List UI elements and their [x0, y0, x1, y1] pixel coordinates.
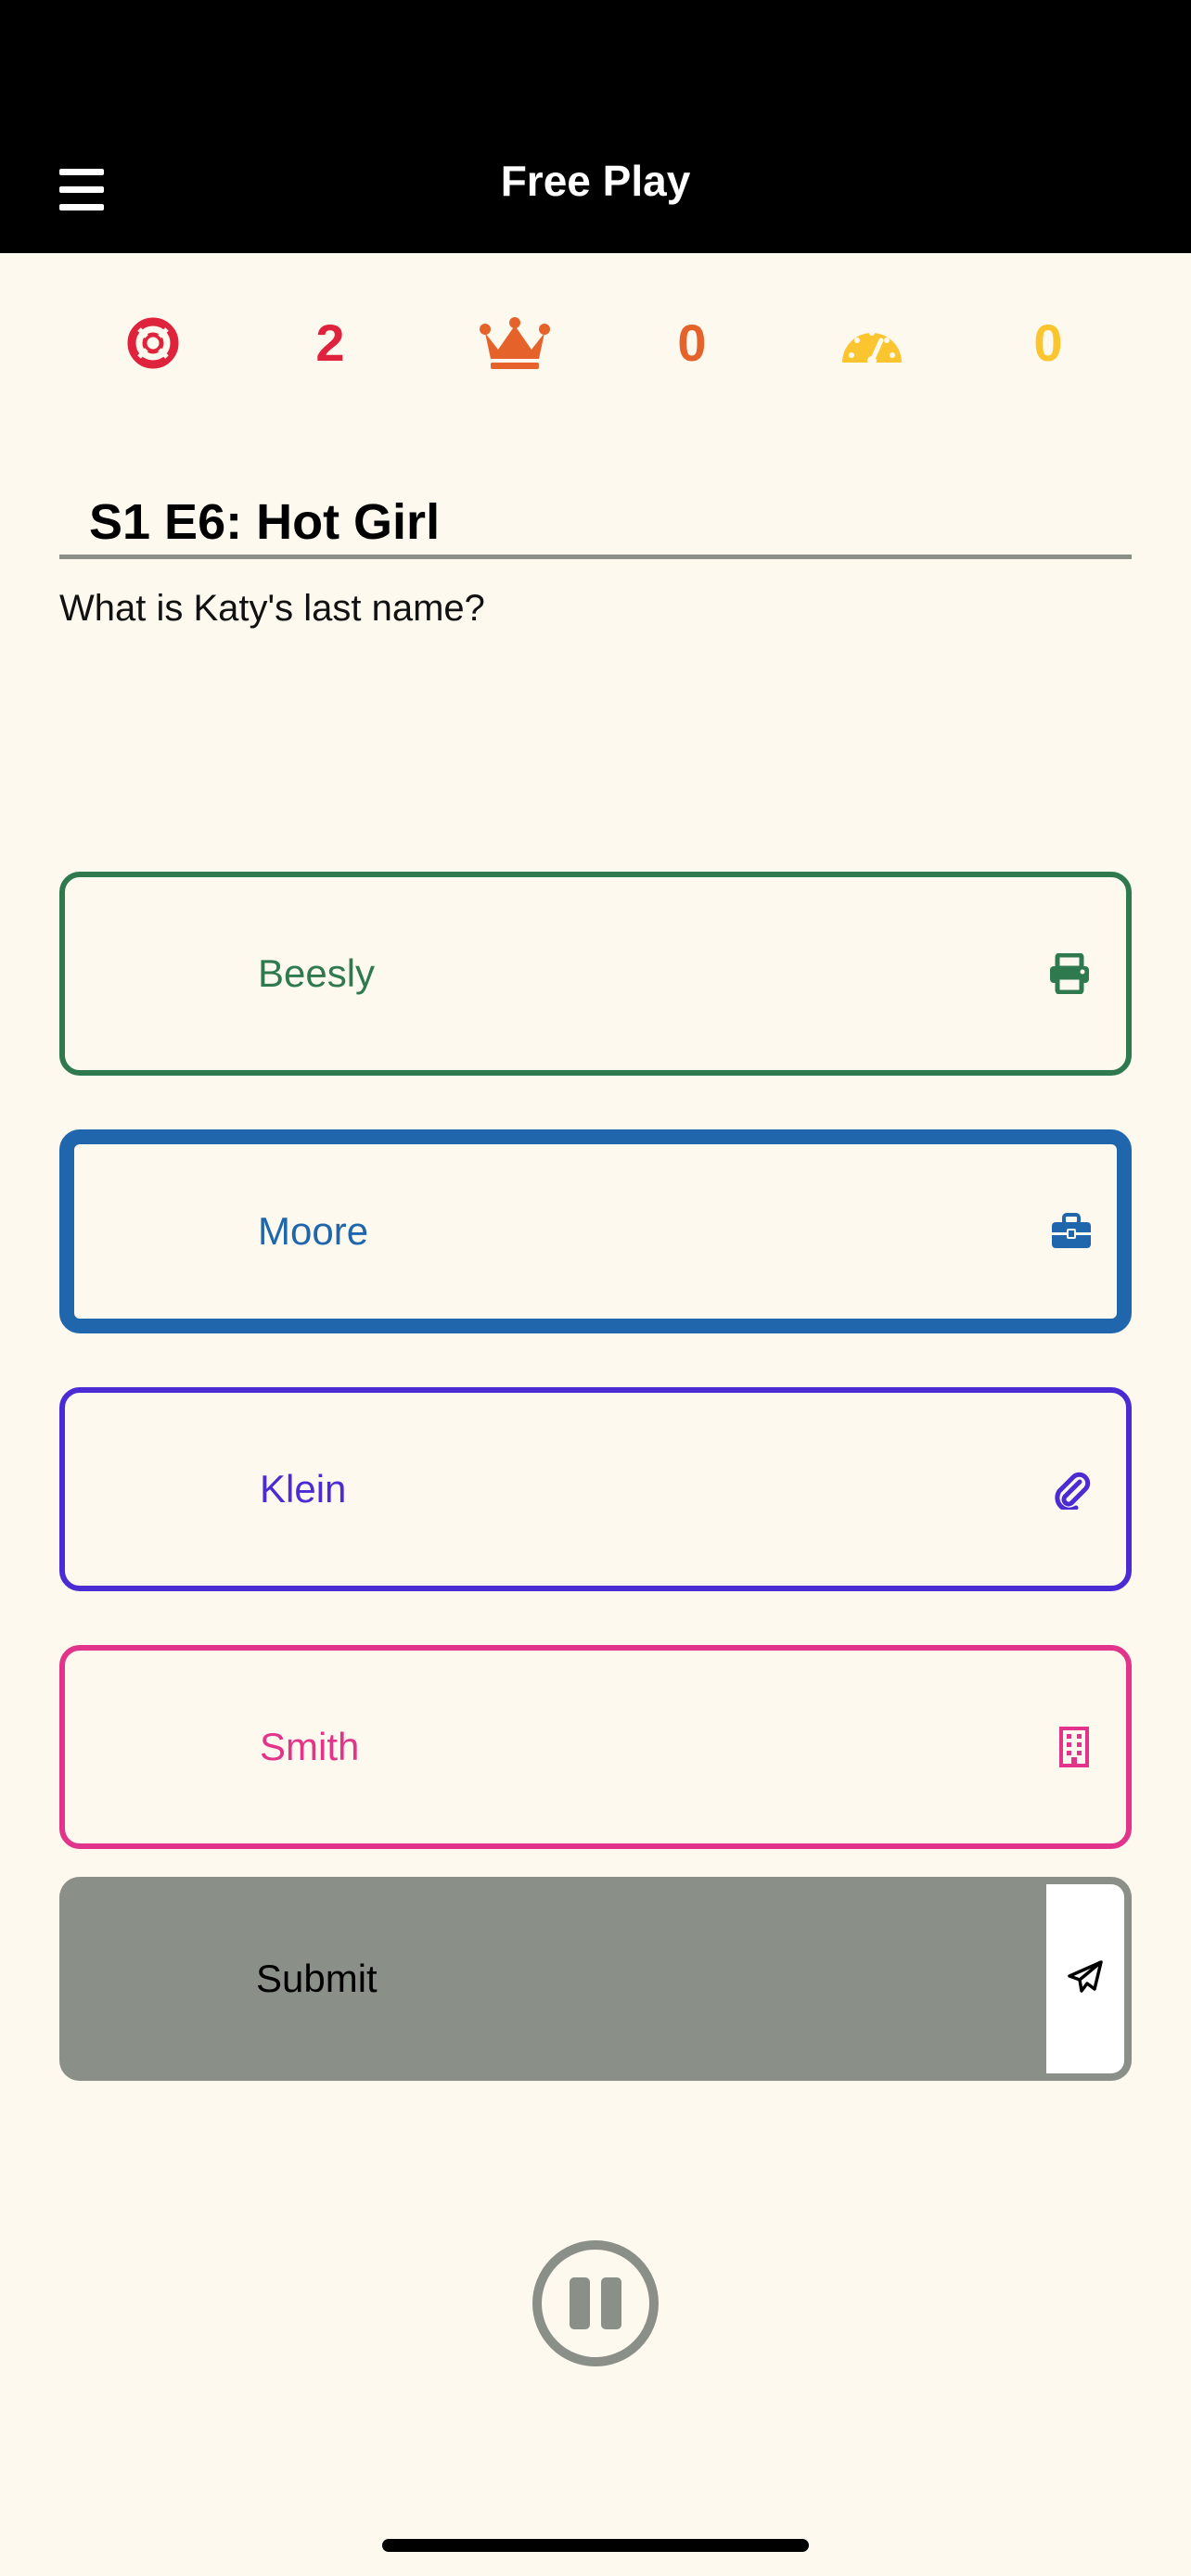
building-icon [1057, 1651, 1091, 1843]
stat-value-lifelines: 2 [293, 306, 367, 380]
submit-icon-panel [1046, 1884, 1124, 2073]
answer-label: Moore [258, 1209, 369, 1253]
stat-value-speed: 0 [1011, 306, 1085, 380]
submit-button[interactable]: Submit [59, 1877, 1132, 2081]
printer-icon [1048, 877, 1091, 1070]
stat-number: 2 [315, 313, 345, 372]
answer-label: Klein [260, 1467, 347, 1511]
submit-label: Submit [256, 1957, 378, 2000]
paperclip-icon [1052, 1393, 1091, 1586]
answer-label: Beesly [258, 951, 376, 995]
question-text: What is Katy's last name? [59, 588, 485, 629]
answer-option-moore[interactable]: Moore [59, 1129, 1132, 1333]
answer-option-beesly[interactable]: Beesly [59, 872, 1132, 1076]
answer-option-smith[interactable]: Smith [59, 1645, 1132, 1849]
episode-title: S1 E6: Hot Girl [89, 494, 441, 550]
crown-icon [475, 306, 555, 380]
speedometer-icon [835, 306, 909, 380]
life-ring-icon [119, 306, 187, 380]
answer-label: Smith [260, 1725, 360, 1768]
title-divider [59, 555, 1132, 559]
pause-icon[interactable] [531, 2238, 660, 2368]
stats-bar: 2 0 0 [0, 306, 1191, 380]
stat-number: 0 [1033, 313, 1063, 372]
answer-option-klein[interactable]: Klein [59, 1387, 1132, 1591]
stat-number: 0 [677, 313, 707, 372]
nav-bar: Free Play [0, 111, 1191, 253]
home-indicator [382, 2539, 809, 2552]
paper-plane-icon [1067, 1959, 1104, 1998]
briefcase-icon [1050, 1144, 1093, 1319]
status-bar [0, 0, 1191, 111]
stat-value-crowns: 0 [655, 306, 729, 380]
page-title: Free Play [500, 157, 691, 205]
